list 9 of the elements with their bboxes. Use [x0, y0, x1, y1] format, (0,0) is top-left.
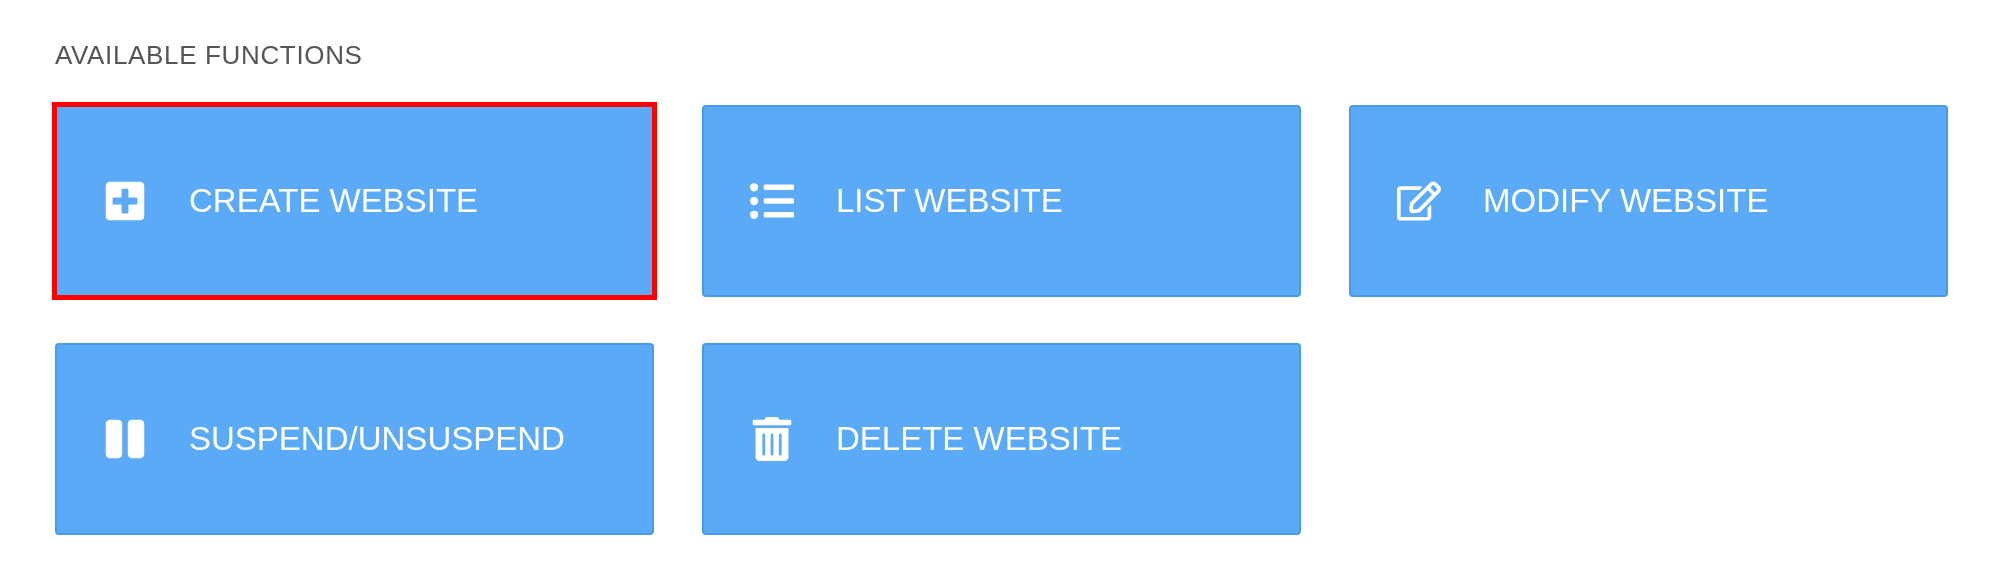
pause-icon [103, 417, 147, 461]
function-button[interactable]: SUSPEND/UNSUSPEND [55, 343, 654, 535]
trash-icon [750, 417, 794, 461]
edit-icon [1397, 179, 1441, 223]
function-button[interactable]: DELETE WEBSITE [702, 343, 1301, 535]
function-button[interactable]: MODIFY WEBSITE [1349, 105, 1948, 297]
function-button[interactable]: CREATE WEBSITE [55, 105, 654, 297]
section-title: AVAILABLE FUNCTIONS [55, 39, 364, 72]
function-button[interactable]: LIST WEBSITE [702, 105, 1301, 297]
